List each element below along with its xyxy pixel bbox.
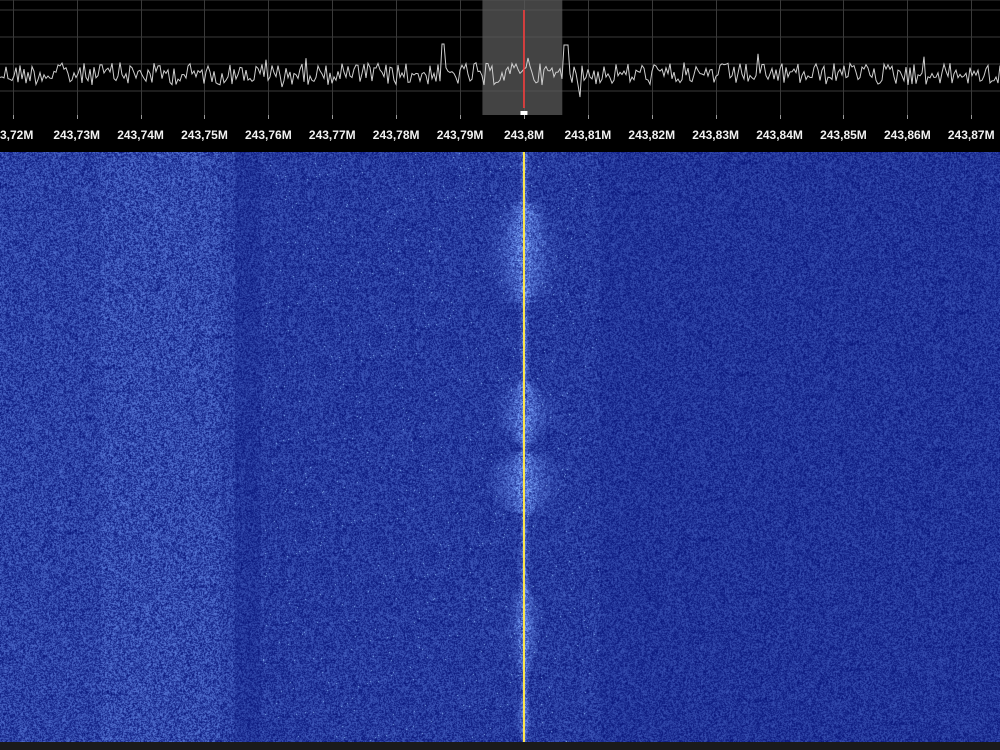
filter-passband[interactable] xyxy=(482,0,563,115)
frequency-tick-label: 3,72M xyxy=(0,128,34,142)
frequency-tick-label: 243,85M xyxy=(820,128,867,142)
waterfall-overlay xyxy=(522,152,525,742)
frequency-tick-label: 243,82M xyxy=(628,128,676,142)
frequency-axis[interactable]: 3,72M 243,73M 243,74M 243,75M 243,76M 243,77M… xyxy=(0,115,1000,152)
axis-tick xyxy=(332,115,333,119)
axis-tick xyxy=(13,115,14,119)
axis-tick xyxy=(524,115,525,119)
axis-tick xyxy=(843,115,844,119)
axis-tick xyxy=(971,115,972,119)
frequency-tick-label: 243,83M xyxy=(692,128,739,142)
frequency-tick-label: 243,74M xyxy=(117,128,164,142)
axis-tick xyxy=(460,115,461,119)
frequency-tick-label: 243,87M xyxy=(947,128,995,142)
axis-tick xyxy=(396,115,397,119)
frequency-tick-label: 243,81M xyxy=(564,128,612,142)
axis-tick xyxy=(907,115,908,119)
axis-tick xyxy=(204,115,205,119)
axis-tick xyxy=(268,115,269,119)
spectrum-display[interactable] xyxy=(0,0,1000,115)
axis-tick xyxy=(716,115,717,119)
frequency-tick-label: 243,86M xyxy=(883,128,931,142)
waterfall-display[interactable] xyxy=(0,152,1000,742)
spectrum-plot[interactable] xyxy=(0,0,1000,115)
frequency-tick-label: 243,76M xyxy=(245,128,292,142)
axis-tick xyxy=(77,115,78,119)
axis-tick xyxy=(652,115,653,119)
frequency-tick-label: 243,79M xyxy=(436,128,484,142)
frequency-tick-label: 243,77M xyxy=(308,128,356,142)
frequency-tick-label: 243,75M xyxy=(181,128,228,142)
bottom-bar xyxy=(0,742,1000,750)
frequency-tick-label: 243,73M xyxy=(53,128,101,142)
axis-tick xyxy=(141,115,142,119)
frequency-tick-label: 243,78M xyxy=(372,128,420,142)
axis-tick xyxy=(780,115,781,119)
frequency-tick-label: 243,84M xyxy=(756,128,803,142)
frequency-tick-label: 243,8M xyxy=(503,128,544,142)
axis-tick xyxy=(588,115,589,119)
